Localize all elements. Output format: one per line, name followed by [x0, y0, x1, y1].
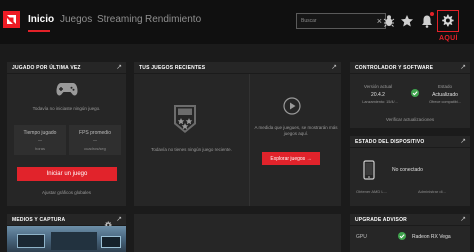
military-badge-icon [172, 104, 198, 139]
stat-unit: cuadros/seg [84, 146, 106, 151]
state-description: Ofrece compatibi... [429, 100, 461, 104]
release-date: Lanzamiento: 15/4/... [362, 100, 398, 104]
search-input[interactable] [301, 15, 371, 27]
thumbnail-detail [101, 236, 121, 248]
stat-value: -- [93, 138, 97, 144]
manage-devices-link[interactable]: Administrar di... [418, 189, 446, 194]
no-recent-games-message: Todavía no tienes ningún juego reciente. [151, 147, 232, 152]
panel-title: MEDIOS Y CAPTURA [12, 217, 66, 223]
panel-title: CONTROLADOR Y SOFTWARE [355, 65, 434, 71]
expand-icon[interactable]: ↗ [460, 137, 466, 145]
expand-icon[interactable]: ↗ [460, 63, 466, 71]
panel-title: UPGRADE ADVISOR [355, 217, 407, 223]
checkmark-icon [411, 89, 419, 97]
thumbnail-detail [51, 232, 97, 250]
current-version-value: 20.4.2 [371, 92, 385, 98]
driver-software-panel: CONTROLADOR Y SOFTWARE ↗ Versión actual … [350, 62, 470, 128]
top-bar: Inicio Juegos Streaming Rendimiento × AQ… [0, 0, 474, 44]
smartphone-icon [363, 160, 375, 185]
check-updates-link[interactable]: Verificar actualizaciones [350, 117, 470, 122]
fps-stat: FPS promedio -- cuadros/seg [69, 125, 121, 155]
device-status-panel: ESTADO DEL DISPOSITIVO ↗ No conectado Ob… [350, 136, 470, 206]
expand-icon[interactable]: ↗ [460, 215, 466, 223]
panel-title: JUGADO POR ÚLTIMA VEZ [12, 65, 81, 71]
panel-header: TUS JUEGOS RECIENTES ↗ [134, 62, 341, 74]
active-tab-indicator [28, 30, 50, 32]
empty-panel [134, 214, 341, 252]
state-label: Estado [437, 84, 452, 89]
stat-label: Tiempo jugado [23, 130, 57, 136]
thumbnail-detail [17, 234, 45, 248]
amd-logo-icon[interactable] [3, 11, 20, 28]
tab-inicio[interactable]: Inicio [28, 14, 54, 25]
no-games-message: Todavía no iniciaste ningún juego. [32, 106, 101, 111]
capture-thumbnail[interactable] [7, 226, 126, 252]
button-label: Explorar juegos [270, 155, 306, 162]
notification-badge [430, 12, 434, 16]
adjust-graphics-link[interactable]: Ajustar gráficos globales [7, 190, 126, 195]
recent-games-panel: TUS JUEGOS RECIENTES ↗ Todavía no tienes… [134, 62, 341, 206]
favorites-star-icon[interactable] [399, 13, 415, 29]
panel-header: MEDIOS Y CAPTURA ↗ [7, 214, 126, 229]
start-game-button[interactable]: Iniciar un juego [17, 167, 117, 181]
state-value: Actualizado [432, 92, 458, 98]
panel-header: JUGADO POR ÚLTIMA VEZ ↗ [7, 62, 126, 74]
play-circle-icon [283, 97, 301, 120]
stat-unit: horas [34, 146, 45, 151]
connection-status: No conectado [392, 167, 423, 173]
gamepad-icon [56, 81, 78, 102]
panel-title: TUS JUEGOS RECIENTES [139, 65, 206, 71]
panel-header: ESTADO DEL DISPOSITIVO ↗ [350, 136, 470, 148]
playtime-stat: Tiempo jugado -- horas [14, 125, 66, 155]
search-box: × [296, 13, 386, 29]
last-played-panel: JUGADO POR ÚLTIMA VEZ ↗ Todavía no inici… [7, 62, 126, 206]
settings-button[interactable] [437, 10, 459, 32]
current-version-label: Versión actual [363, 84, 393, 89]
divider [249, 74, 250, 206]
tab-juegos[interactable]: Juegos [60, 14, 92, 25]
panel-header: CONTROLADOR Y SOFTWARE ↗ [350, 62, 470, 74]
bug-report-icon[interactable] [381, 13, 397, 29]
panel-header: UPGRADE ADVISOR ↗ [350, 214, 470, 226]
expand-icon[interactable]: ↗ [116, 63, 122, 71]
tab-rendimiento[interactable]: Rendimiento [145, 14, 201, 25]
stat-value: -- [38, 138, 42, 144]
gpu-value: Radeon RX Vega [412, 234, 451, 240]
get-amd-link-link[interactable]: Obtener AMD L... [356, 189, 387, 194]
expand-icon[interactable]: ↗ [331, 63, 337, 71]
explore-games-button[interactable]: Explorar juegos → [262, 152, 320, 165]
panel-title: ESTADO DEL DISPOSITIVO [355, 139, 425, 145]
media-capture-panel: MEDIOS Y CAPTURA ↗ [7, 214, 126, 252]
arrow-right-icon: → [306, 155, 312, 162]
checkmark-icon [398, 232, 406, 240]
recent-games-info: A medida que juegues, se mostrarán más j… [254, 125, 338, 136]
upgrade-advisor-panel: UPGRADE ADVISOR ↗ GPU Radeon RX Vega [350, 214, 470, 252]
gpu-label: GPU [356, 234, 367, 240]
stat-label: FPS promedio [79, 130, 111, 136]
gear-icon[interactable] [104, 216, 112, 229]
tab-streaming[interactable]: Streaming [97, 14, 143, 25]
gear-icon [442, 14, 454, 27]
annotation-label: AQUÍ [439, 35, 458, 42]
expand-icon[interactable]: ↗ [116, 215, 122, 223]
